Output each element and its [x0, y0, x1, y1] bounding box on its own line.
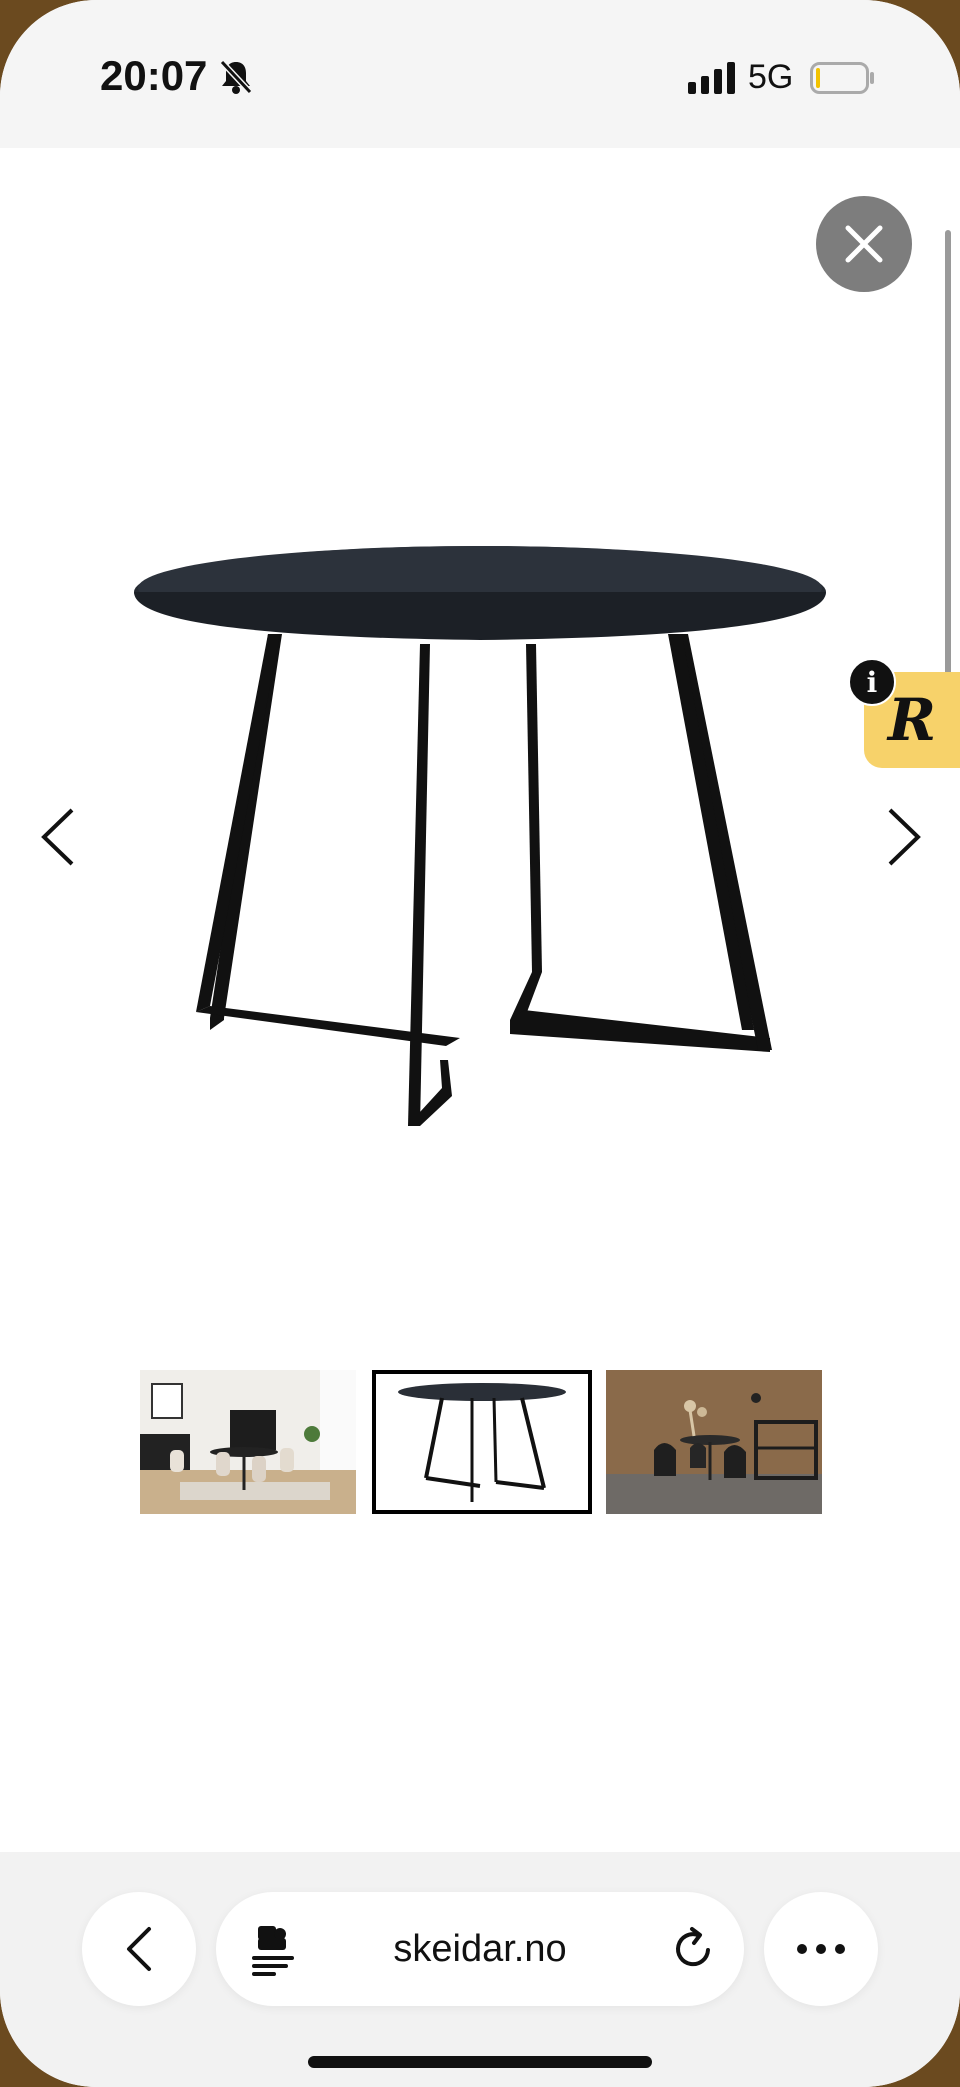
scrollbar[interactable] — [945, 230, 951, 690]
thumbnail-table-product[interactable] — [372, 1370, 592, 1514]
status-bar: 20:07 5G — [0, 0, 960, 148]
room-scene-light-image — [140, 1370, 356, 1514]
thumbnail-room-light[interactable] — [140, 1370, 356, 1514]
more-icon — [797, 1944, 845, 1954]
more-button[interactable] — [764, 1892, 878, 2006]
address-bar[interactable]: skeidar.no — [216, 1892, 744, 2006]
url-text: skeidar.no — [393, 1928, 567, 1970]
network-type: 5G — [748, 58, 794, 96]
table-product-thumb-image — [376, 1374, 588, 1510]
chevron-left-icon — [127, 1927, 151, 1971]
room-scene-dark-image — [606, 1370, 822, 1514]
product-image — [134, 546, 826, 1126]
back-button[interactable] — [82, 1892, 196, 2006]
reload-icon[interactable] — [670, 1926, 716, 1972]
bell-slash-icon — [219, 59, 253, 95]
thumbnail-room-dark[interactable] — [606, 1370, 822, 1514]
cellular-signal-icon — [688, 62, 735, 94]
status-time: 20:07 — [100, 52, 208, 99]
phone-screen: 20:07 5G R i skeidar.no — [0, 0, 960, 2087]
chevron-right-icon[interactable] — [878, 802, 928, 872]
chevron-left-icon[interactable] — [34, 802, 84, 872]
battery-icon — [810, 62, 874, 94]
info-icon[interactable]: i — [848, 658, 896, 706]
close-button[interactable] — [816, 196, 912, 292]
close-icon — [845, 225, 883, 263]
home-indicator[interactable] — [308, 2056, 652, 2068]
